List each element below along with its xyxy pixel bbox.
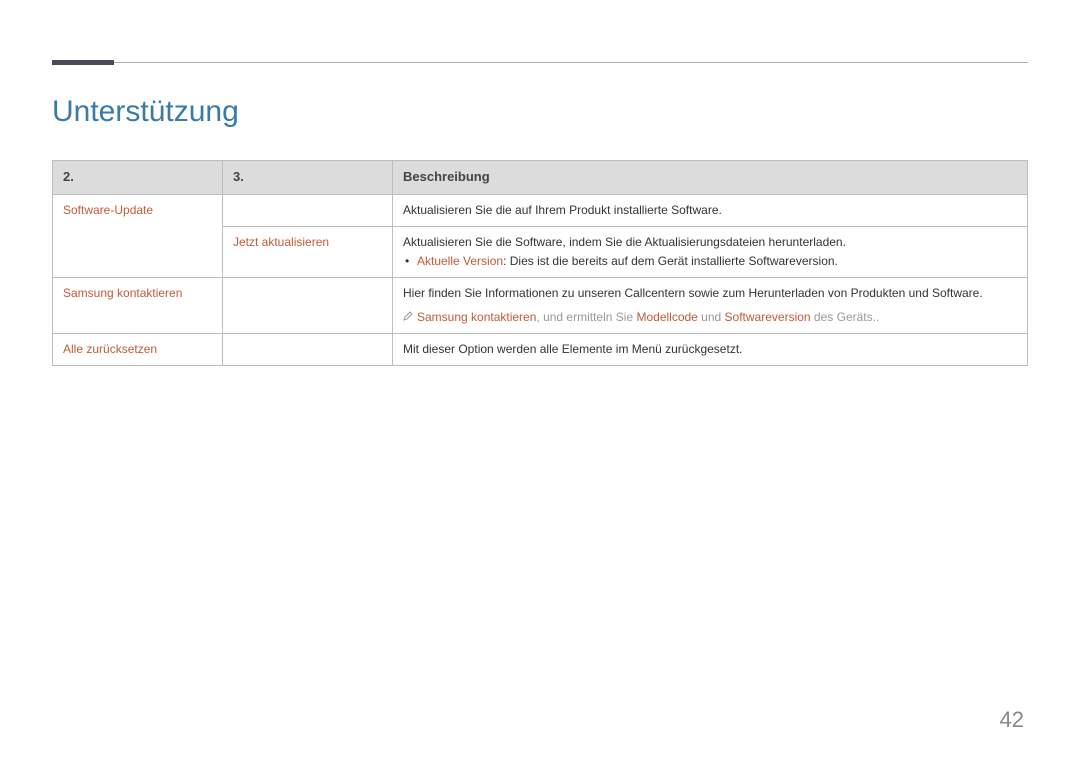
empty-cell: [223, 194, 393, 226]
label-update-now: Jetzt aktualisieren: [233, 235, 329, 249]
table-header-row: 2. 3. Beschreibung: [53, 161, 1028, 195]
note-contact: Samsung kontaktieren, und ermitteln Sie …: [403, 308, 1017, 327]
support-table-wrap: 2. 3. Beschreibung Software-Update Aktua…: [52, 160, 1028, 366]
bullet-label: Aktuelle Version: [417, 254, 503, 268]
label-contact-samsung: Samsung kontaktieren: [63, 286, 182, 300]
desc-contact-samsung: Hier finden Sie Informationen zu unseren…: [393, 278, 1028, 333]
note-a1: Samsung kontaktieren: [417, 310, 536, 324]
cell-contact-samsung: Samsung kontaktieren: [53, 278, 223, 333]
desc-contact-text: Hier finden Sie Informationen zu unseren…: [403, 284, 1017, 303]
bullet-current-version: Aktuelle Version: Dies ist die bereits a…: [403, 252, 1017, 271]
empty-cell: [223, 278, 393, 333]
table-row: Software-Update Aktualisieren Sie die au…: [53, 194, 1028, 226]
note-a2: Modellcode: [636, 310, 697, 324]
note-m3: des Geräts..: [811, 310, 880, 324]
desc-reset-all: Mit dieser Option werden alle Elemente i…: [393, 333, 1028, 365]
note-m1: , und ermitteln Sie: [536, 310, 636, 324]
cell-update-now: Jetzt aktualisieren: [223, 226, 393, 277]
desc-software-update: Aktualisieren Sie die auf Ihrem Produkt …: [393, 194, 1028, 226]
support-table: 2. 3. Beschreibung Software-Update Aktua…: [52, 160, 1028, 366]
label-reset-all: Alle zurücksetzen: [63, 342, 157, 356]
desc-update-text: Aktualisieren Sie die Software, indem Si…: [403, 233, 1017, 252]
header-rule: [52, 62, 1028, 63]
col-header-2: 2.: [53, 161, 223, 195]
label-software-update: Software-Update: [63, 203, 153, 217]
col-header-3: 3.: [223, 161, 393, 195]
empty-cell: [223, 333, 393, 365]
cell-reset-all: Alle zurücksetzen: [53, 333, 223, 365]
desc-update-now: Aktualisieren Sie die Software, indem Si…: [393, 226, 1028, 277]
page-number: 42: [1000, 707, 1024, 733]
table-row: Alle zurücksetzen Mit dieser Option werd…: [53, 333, 1028, 365]
table-row: Samsung kontaktieren Hier finden Sie Inf…: [53, 278, 1028, 333]
note-m2: und: [698, 310, 725, 324]
cell-software-update: Software-Update: [53, 194, 223, 278]
page-title: Unterstützung: [52, 95, 239, 129]
pencil-icon: [403, 308, 413, 318]
bullet-rest: : Dies ist die bereits auf dem Gerät ins…: [503, 254, 838, 268]
col-header-desc: Beschreibung: [393, 161, 1028, 195]
note-a3: Softwareversion: [725, 310, 811, 324]
header-accent: [52, 60, 114, 65]
